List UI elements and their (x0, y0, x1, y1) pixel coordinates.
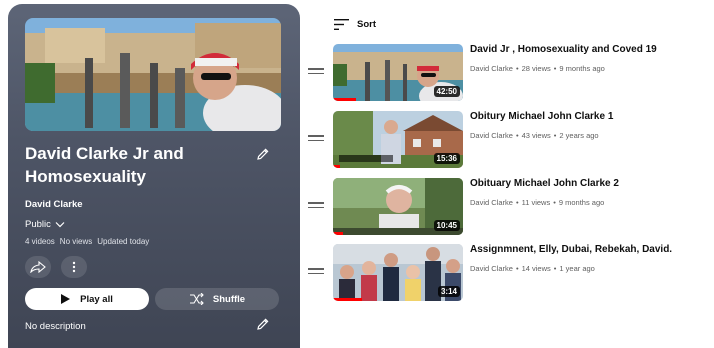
meta-separator: • (515, 64, 519, 73)
video-thumbnail[interactable]: 3:14 (333, 244, 463, 301)
drag-handle-icon[interactable] (308, 68, 324, 77)
chevron-down-icon (55, 222, 65, 228)
watch-progress-bar (333, 298, 362, 301)
video-duration: 3:14 (437, 286, 460, 297)
video-channel[interactable]: David Clarke (470, 198, 513, 207)
video-meta: David Clarke • 28 views • 9 months ago (470, 64, 605, 73)
meta-separator: • (553, 64, 557, 73)
video-channel[interactable]: David Clarke (470, 131, 513, 140)
video-title[interactable]: Obituary Michael John Clarke 2 (470, 178, 619, 189)
video-channel[interactable]: David Clarke (470, 64, 513, 73)
meta-separator: • (515, 131, 519, 140)
video-duration: 42:50 (433, 86, 460, 97)
video-title[interactable]: David Jr , Homosexuality and Coved 19 (470, 44, 657, 55)
meta-separator: • (515, 198, 519, 207)
video-age: 9 months ago (558, 198, 605, 207)
video-title[interactable]: Assignmnent, Elly, Dubai, Rebekah, David… (470, 244, 672, 255)
playlist-thumbnail-image (25, 18, 281, 131)
playlist-thumbnail[interactable] (25, 18, 281, 131)
sort-button[interactable]: Sort (334, 19, 376, 30)
playlist-header-panel: David Clarke Jr and Homosexuality David … (8, 4, 300, 348)
video-thumbnail[interactable]: 10:45 (333, 178, 463, 235)
play-all-button[interactable]: Play all (25, 288, 149, 310)
shuffle-label: Shuffle (212, 293, 246, 305)
video-meta: David Clarke • 11 views • 9 months ago (470, 198, 604, 207)
play-all-label: Play all (80, 293, 113, 305)
playlist-title-line-2: Homosexuality (25, 167, 146, 186)
meta-separator: • (553, 131, 557, 140)
shuffle-icon (189, 293, 204, 305)
sort-icon (334, 19, 349, 30)
more-actions-button[interactable] (61, 256, 87, 278)
video-age: 9 months ago (559, 64, 605, 73)
video-views: 43 views (521, 131, 551, 140)
meta-separator: • (553, 264, 557, 273)
play-icon (61, 294, 71, 304)
view-count: No views (59, 237, 93, 246)
video-thumbnail[interactable]: 15:36 (333, 111, 463, 168)
shuffle-button[interactable]: Shuffle (155, 288, 279, 310)
watch-progress-bar (333, 165, 340, 168)
sort-label: Sort (357, 19, 376, 30)
video-views: 28 views (521, 64, 551, 73)
updated-label: Updated today (97, 237, 150, 246)
playlist-video-row[interactable]: 3:14 Assignmnent, Elly, Dubai, Rebekah, … (308, 244, 708, 302)
video-views: 11 views (521, 198, 551, 207)
more-vert-icon (72, 261, 76, 273)
video-channel[interactable]: David Clarke (470, 264, 513, 273)
playlist-video-row[interactable]: 15:36 Obitury Michael John Clarke 1 Davi… (308, 111, 708, 169)
video-title[interactable]: Obitury Michael John Clarke 1 (470, 111, 613, 122)
video-meta: David Clarke • 14 views • 1 year ago (470, 264, 595, 273)
privacy-dropdown[interactable]: Public (25, 219, 65, 230)
video-count: 4 videos (25, 237, 55, 246)
meta-separator: • (553, 198, 556, 207)
playlist-owner[interactable]: David Clarke (25, 199, 83, 210)
video-meta: David Clarke • 43 views • 2 years ago (470, 131, 599, 140)
meta-separator: • (515, 264, 519, 273)
video-duration: 15:36 (433, 153, 460, 164)
video-views: 14 views (521, 264, 551, 273)
playlist-stats: 4 videos No views Updated today (25, 237, 149, 246)
drag-handle-icon[interactable] (308, 268, 324, 277)
watch-progress-bar (333, 98, 357, 101)
playlist-video-row[interactable]: 42:50 David Jr , Homosexuality and Coved… (308, 44, 708, 102)
edit-title-pencil-icon[interactable] (254, 145, 272, 163)
playlist-description: No description (25, 321, 86, 332)
video-thumbnail[interactable]: 42:50 (333, 44, 463, 101)
drag-handle-icon[interactable] (308, 202, 324, 211)
share-button[interactable] (25, 256, 51, 278)
privacy-label: Public (25, 219, 51, 230)
drag-handle-icon[interactable] (308, 135, 324, 144)
watch-progress-bar (333, 232, 344, 235)
video-age: 1 year ago (559, 264, 595, 273)
video-age: 2 years ago (559, 131, 599, 140)
video-duration: 10:45 (433, 220, 460, 231)
playlist-title: David Clarke Jr and Homosexuality (25, 142, 245, 188)
share-icon (30, 261, 46, 273)
playlist-title-line-1: David Clarke Jr and (25, 144, 184, 163)
playlist-video-row[interactable]: 10:45 Obituary Michael John Clarke 2 Dav… (308, 178, 708, 236)
edit-description-pencil-icon[interactable] (254, 315, 272, 333)
